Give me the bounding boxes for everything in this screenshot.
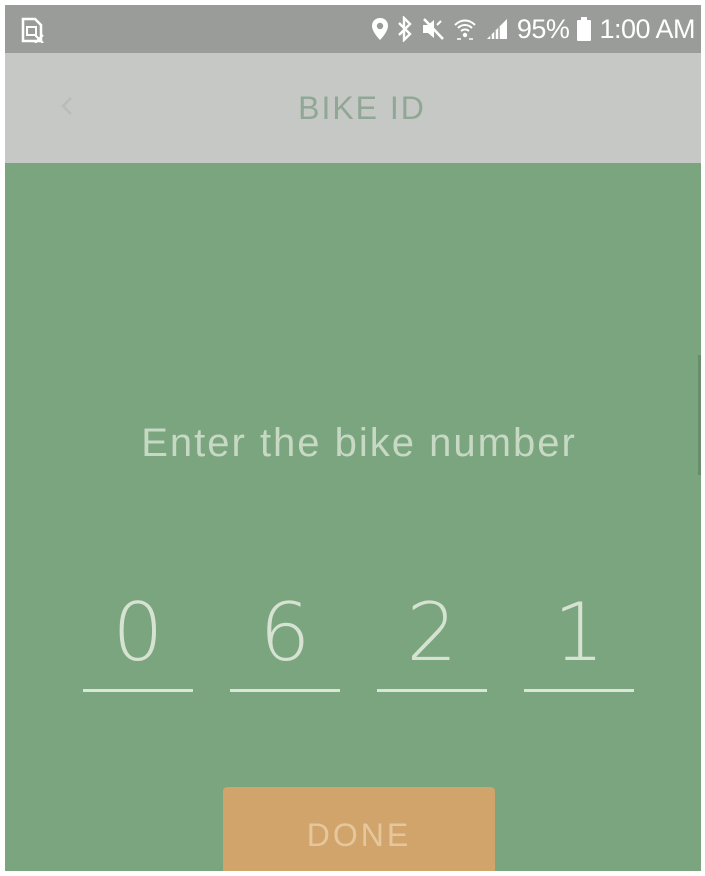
digit-field-1[interactable]: 0 [83,585,193,692]
done-button[interactable]: DONE [223,787,495,871]
mute-icon [421,5,445,53]
page-title: BIKE ID [298,90,426,126]
digit-value: 2 [406,586,458,679]
bike-number-prompt: Enter the bike number [141,421,577,465]
bluetooth-icon [397,5,413,53]
status-bar: 95% 1:00 AM [5,5,701,53]
digit-field-3[interactable]: 2 [377,585,487,692]
done-button-label: DONE [306,817,412,853]
digit-field-2[interactable]: 6 [230,585,340,692]
digit-field-4[interactable]: 1 [524,585,634,692]
location-icon [371,5,389,53]
bike-number-input: 0 6 2 1 [83,585,635,695]
header-bar: BIKE ID [5,53,701,163]
digit-value: 6 [259,586,311,679]
digit-value: 1 [553,586,605,679]
status-time: 1:00 AM [599,14,695,44]
app-screen: 95% 1:00 AM BIKE ID Enter the bike numbe… [5,5,701,871]
signal-icon [485,5,509,53]
status-icons: 95% 1:00 AM [371,5,695,53]
wifi-icon [453,5,477,53]
no-sim-icon [19,17,45,44]
digit-value: 0 [112,586,164,679]
battery-icon [577,5,592,53]
battery-percent: 95% [516,14,570,44]
